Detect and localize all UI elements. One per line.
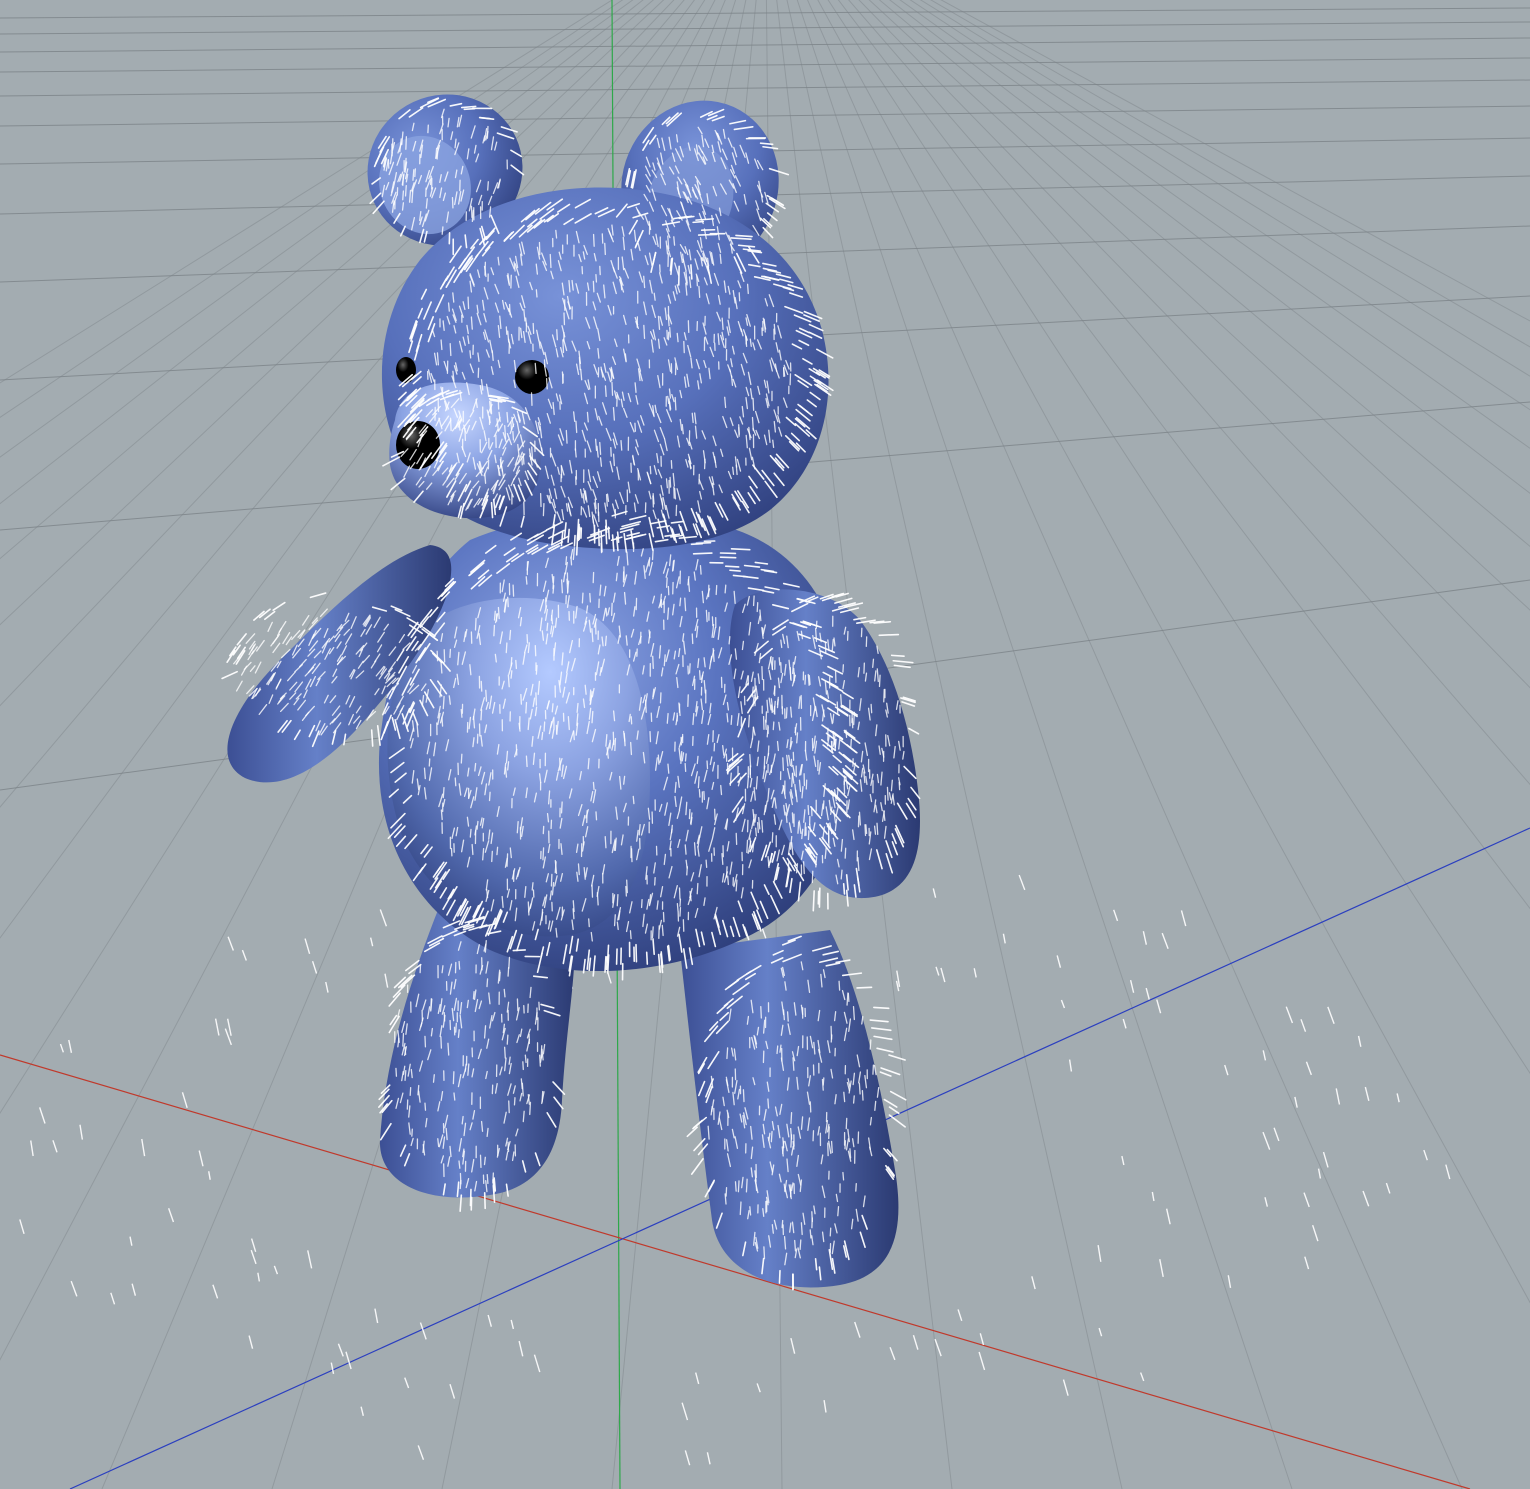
3d-viewport[interactable] (0, 0, 1530, 1489)
viewport-canvas[interactable] (0, 0, 1530, 1489)
